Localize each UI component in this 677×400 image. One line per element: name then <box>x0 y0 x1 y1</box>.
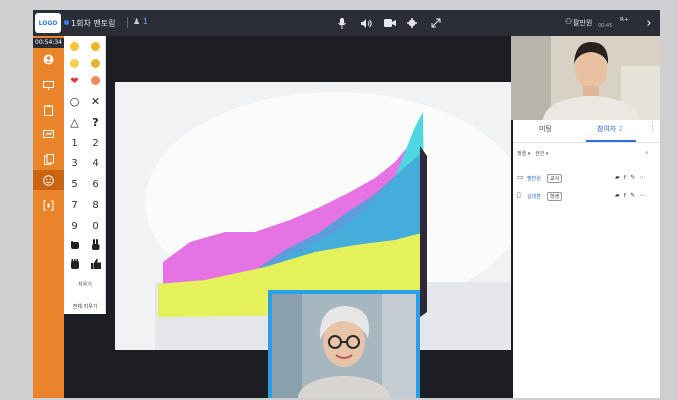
circle-icon[interactable]: ○ <box>67 95 83 108</box>
video-person-woman <box>272 294 416 398</box>
mobile-device-icon: ▯ <box>517 191 521 199</box>
participant-role-badge: 학생 <box>547 192 563 201</box>
documents-icon[interactable] <box>40 152 57 166</box>
topbar-divider <box>127 17 128 28</box>
bracket-frame-icon[interactable] <box>40 198 57 212</box>
meeting-title: 1회차 멘토링 <box>71 19 116 28</box>
permission-dropdown[interactable]: 권한 ▾ <box>535 151 548 157</box>
meeting-timer: 00:54:34 <box>33 38 64 48</box>
fist-hand-icon[interactable] <box>67 240 83 253</box>
wink-emoji-icon[interactable] <box>67 58 83 71</box>
number-7-button[interactable]: 7 <box>67 200 83 211</box>
meeting-status-dot <box>64 20 69 25</box>
number-9-button[interactable]: 9 <box>67 221 83 232</box>
add-person-icon[interactable]: ᴿ⁺ <box>620 17 629 27</box>
app-window: LOGO 1회차 멘토링 ♟ 1 ⚇ 팔만원 00:45 ᴿ⁺ › 00:54:… <box>33 10 660 398</box>
search-icon[interactable]: ⌕ <box>645 149 649 158</box>
love-emoji-icon[interactable] <box>88 75 104 88</box>
tab-participants[interactable]: 참여자 2 <box>597 124 623 134</box>
user-network-icon: ⚇ <box>565 17 573 26</box>
camera-icon[interactable]: ▰ <box>615 192 624 199</box>
filter-bar: 정렬 ▾ 권한 ▾ <box>517 150 548 157</box>
clipboard-icon[interactable] <box>40 103 57 117</box>
person-icon: ♟ <box>133 17 141 26</box>
victory-hand-icon[interactable] <box>88 239 104 253</box>
top-bar: LOGO 1회차 멘토링 ♟ 1 ⚇ 팔만원 00:45 ᴿ⁺ › <box>33 10 660 36</box>
participant-role-badge: 교사 <box>547 174 563 183</box>
erase-all-button[interactable]: 전체 지우기 <box>64 303 106 310</box>
video-person-man <box>511 36 660 120</box>
chart-edge <box>420 146 427 317</box>
number-8-button[interactable]: 8 <box>88 200 104 211</box>
participant-controls: ▰⫯✎⋯ <box>615 174 649 182</box>
more-horizontal-icon[interactable]: ⋯ <box>639 192 649 199</box>
profile-icon[interactable] <box>40 52 57 66</box>
camera-icon[interactable] <box>383 16 397 30</box>
number-4-button[interactable]: 4 <box>88 158 104 169</box>
participants-panel: 미팅 참여자 2 ⋮ 정렬 ▾ 권한 ▾ ⌕ ▭ 팔만원 교사 ▰⫯✎⋯ ▯ 김… <box>513 120 660 398</box>
triangle-icon[interactable]: △ <box>67 116 83 129</box>
people-count-value: 1 <box>142 17 148 26</box>
sort-dropdown[interactable]: 정렬 ▾ <box>517 151 530 157</box>
more-horizontal-icon[interactable]: ⋯ <box>639 174 649 181</box>
laugh-emoji-icon[interactable] <box>88 41 104 54</box>
tab-meeting[interactable]: 미팅 <box>539 124 552 134</box>
reaction-tool-panel: ❤ ○ ✕ △ ? 1 2 3 4 5 6 7 8 9 0 지우기 전체 지우기 <box>64 36 106 314</box>
screen-share-icon[interactable] <box>40 78 57 92</box>
tab-divider <box>513 142 660 143</box>
more-vertical-icon[interactable]: ⋮ <box>649 124 656 132</box>
participant-row[interactable]: ▯ 김대훈 학생 ▰⫯✎⋯ <box>517 190 657 202</box>
number-2-button[interactable]: 2 <box>88 138 104 149</box>
settings-gear-icon[interactable] <box>405 16 419 30</box>
screenshot-frame: LOGO 1회차 멘토링 ♟ 1 ⚇ 팔만원 00:45 ᴿ⁺ › 00:54:… <box>0 0 677 400</box>
question-icon[interactable]: ? <box>88 116 104 129</box>
participant-controls: ▰⫯✎⋯ <box>615 192 649 200</box>
app-logo: LOGO <box>35 13 61 33</box>
speaker-icon[interactable] <box>359 16 373 30</box>
participant-name: 팔만원 <box>527 176 541 182</box>
pip-video-tile[interactable] <box>268 290 420 398</box>
fullscreen-icon[interactable] <box>429 16 443 30</box>
smile-emoji-icon[interactable] <box>67 41 83 54</box>
main-video-tile <box>511 36 660 120</box>
number-6-button[interactable]: 6 <box>88 179 104 190</box>
number-3-button[interactable]: 3 <box>67 158 83 169</box>
participant-name: 김대훈 <box>527 194 541 200</box>
tab-participants-count: 2 <box>618 125 624 133</box>
number-5-button[interactable]: 5 <box>67 179 83 190</box>
left-sidebar: 00:54:34 <box>33 36 64 398</box>
number-0-button[interactable]: 0 <box>88 221 104 232</box>
current-user-name: 팔만원 <box>573 19 593 27</box>
desktop-device-icon: ▭ <box>517 173 524 181</box>
people-count[interactable]: ♟ 1 <box>133 17 148 26</box>
pen-icon[interactable]: ✎ <box>630 174 639 181</box>
heart-icon[interactable]: ❤ <box>67 76 83 87</box>
erase-button[interactable]: 지우기 <box>64 281 106 288</box>
current-user-time: 00:45 <box>598 23 613 29</box>
microphone-icon[interactable] <box>335 16 349 30</box>
chevron-right-icon[interactable]: › <box>640 14 658 32</box>
pen-icon[interactable]: ✎ <box>630 192 639 199</box>
emoji-icon[interactable] <box>40 173 57 187</box>
wave-hand-icon[interactable] <box>67 258 83 272</box>
presentation-icon[interactable] <box>40 128 57 142</box>
grin-emoji-icon[interactable] <box>88 58 104 71</box>
cross-icon[interactable]: ✕ <box>88 95 104 108</box>
camera-icon[interactable]: ▰ <box>615 174 624 181</box>
thumbs-up-icon[interactable] <box>88 258 104 272</box>
number-1-button[interactable]: 1 <box>67 138 83 149</box>
tab-participants-label: 참여자 <box>597 125 617 133</box>
participant-row[interactable]: ▭ 팔만원 교사 ▰⫯✎⋯ <box>517 172 657 184</box>
